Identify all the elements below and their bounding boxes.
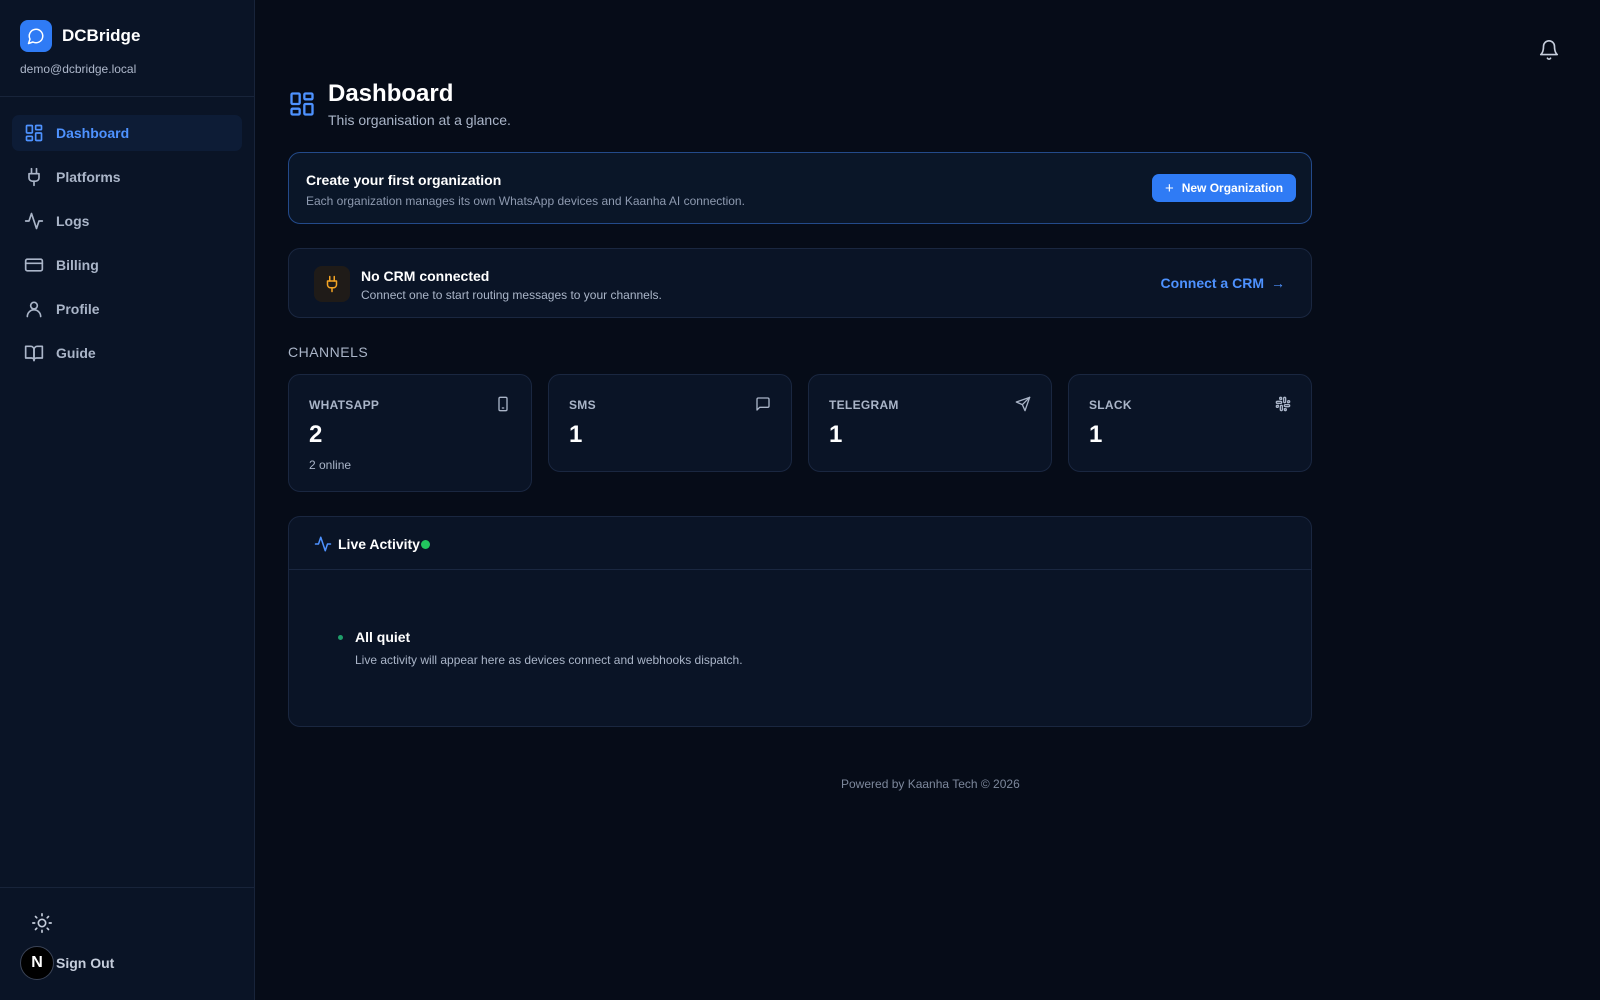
activity-icon — [314, 535, 332, 553]
sidebar-item-logs[interactable]: Logs — [12, 203, 242, 239]
channel-name: SLACK — [1089, 398, 1132, 412]
page-header: Dashboard This organisation at a glance. — [288, 80, 511, 128]
user-icon — [24, 299, 44, 319]
crm-status-card: No CRM connected Connect one to start ro… — [288, 248, 1312, 318]
footer-text: Powered by Kaanha Tech © 2026 — [841, 777, 1020, 791]
sidebar-item-profile[interactable]: Profile — [12, 291, 242, 327]
new-organization-button[interactable]: + New Organization — [1152, 174, 1296, 202]
arrow-right-icon: → — [1271, 275, 1285, 291]
channel-count: 1 — [1089, 421, 1103, 448]
empty-state-title: All quiet — [355, 629, 411, 645]
sidebar-item-label: Dashboard — [56, 125, 130, 141]
sidebar-item-label: Billing — [56, 257, 99, 273]
channel-count: 2 — [309, 421, 323, 448]
dashboard-icon — [288, 90, 316, 118]
sidebar-item-label: Logs — [56, 213, 90, 229]
live-activity-header: Live Activity — [289, 517, 1311, 570]
slack-icon — [1275, 396, 1291, 412]
channel-count: 1 — [569, 421, 583, 448]
quiet-status-dot — [338, 635, 343, 640]
button-label: New Organization — [1181, 181, 1284, 195]
sidebar: DCBridge demo@dcbridge.local Dashboard P… — [0, 0, 255, 1000]
sidebar-divider — [0, 96, 255, 97]
banner-title: Create your first organization — [306, 172, 502, 188]
channel-name: WHATSAPP — [309, 398, 380, 412]
sidebar-item-platforms[interactable]: Platforms — [12, 159, 242, 195]
plug-icon — [24, 167, 44, 187]
book-icon — [24, 343, 44, 363]
brand[interactable]: DCBridge — [20, 20, 140, 52]
sidebar-item-label: Profile — [56, 301, 100, 317]
crm-title: No CRM connected — [361, 268, 490, 284]
channel-status: 2 online — [309, 458, 352, 472]
phone-icon — [495, 396, 511, 412]
sidebar-item-guide[interactable]: Guide — [12, 335, 242, 371]
link-label: Connect a CRM — [1160, 275, 1264, 291]
crm-description: Connect one to start routing messages to… — [361, 288, 662, 302]
live-activity-title: Live Activity — [338, 536, 420, 552]
channel-card-whatsapp[interactable]: WHATSAPP 2 2 online — [288, 374, 532, 492]
empty-state-description: Live activity will appear here as device… — [355, 653, 743, 667]
sidebar-item-billing[interactable]: Billing — [12, 247, 242, 283]
message-square-icon — [755, 396, 771, 412]
credit-card-icon — [24, 255, 44, 275]
channel-card-sms[interactable]: SMS 1 — [548, 374, 792, 472]
brand-name: DCBridge — [62, 26, 141, 45]
send-icon — [1015, 396, 1031, 412]
channels-section-label: CHANNELS — [288, 344, 369, 360]
sidebar-item-dashboard[interactable]: Dashboard — [12, 115, 242, 151]
page-subtitle: This organisation at a glance. — [328, 112, 511, 128]
bell-icon[interactable] — [1538, 39, 1560, 61]
sidebar-bottom-divider — [0, 887, 255, 888]
activity-icon — [24, 211, 44, 231]
user-email: demo@dcbridge.local — [20, 62, 137, 76]
channel-name: SMS — [569, 398, 596, 412]
plus-icon: + — [1164, 179, 1174, 197]
sidebar-item-label: Platforms — [56, 169, 121, 185]
create-organization-banner: Create your first organization Each orga… — [288, 152, 1312, 224]
dashboard-icon — [24, 123, 44, 143]
page-title: Dashboard — [328, 80, 454, 107]
plug-icon — [314, 266, 350, 302]
sun-icon[interactable] — [31, 912, 53, 934]
sidebar-nav: Dashboard Platforms Logs Billing Profile… — [12, 115, 242, 379]
connect-crm-link[interactable]: Connect a CRM → — [1161, 275, 1285, 291]
banner-description: Each organization manages its own WhatsA… — [306, 194, 745, 208]
live-status-dot — [421, 540, 430, 549]
channel-name: TELEGRAM — [829, 398, 899, 412]
channel-count: 1 — [829, 421, 843, 448]
live-activity-panel: Live Activity All quiet Live activity wi… — [288, 516, 1312, 727]
sign-out-button[interactable]: Sign Out — [56, 955, 114, 971]
avatar[interactable]: N — [20, 946, 54, 980]
brand-logo-icon — [20, 20, 52, 52]
channel-card-slack[interactable]: SLACK 1 — [1068, 374, 1312, 472]
sidebar-item-label: Guide — [56, 345, 96, 361]
channel-card-telegram[interactable]: TELEGRAM 1 — [808, 374, 1052, 472]
